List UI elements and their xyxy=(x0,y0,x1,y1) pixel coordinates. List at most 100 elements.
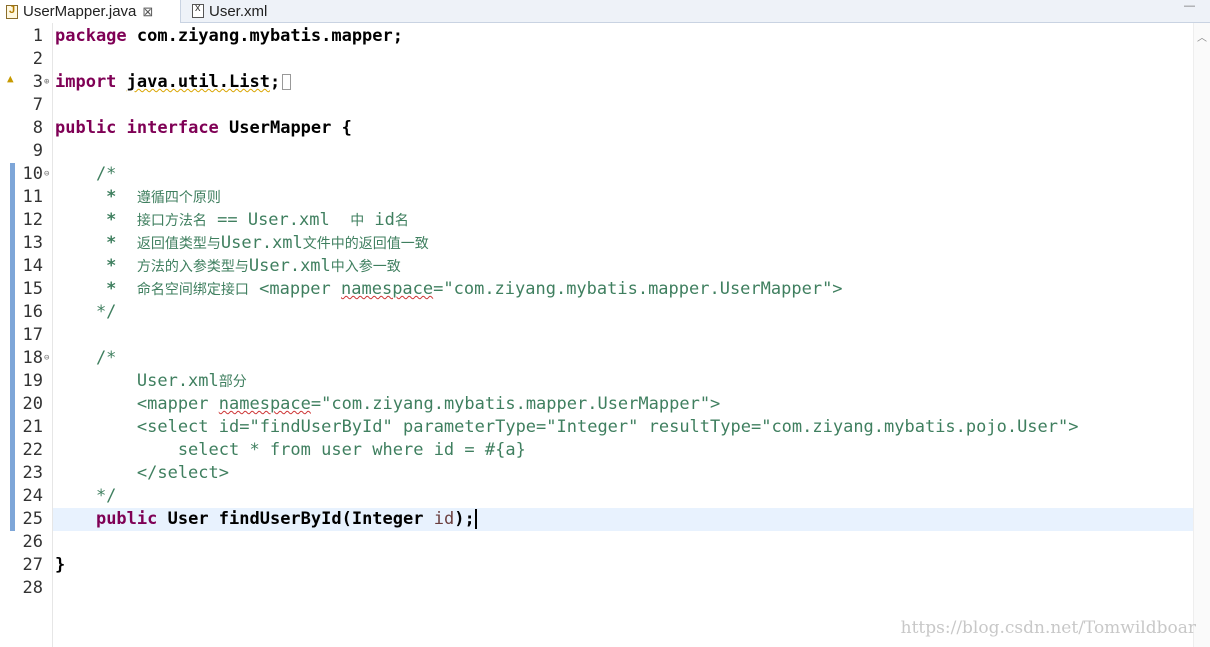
editor-tab-bar: UserMapper.java ⊠ User.xml — xyxy=(0,0,1210,23)
collapsed-imports-marker[interactable] xyxy=(282,74,292,90)
comment-line[interactable]: /* xyxy=(55,163,116,186)
comment-token: User.xml xyxy=(248,256,331,276)
comment-token: id xyxy=(364,210,395,230)
comment-line[interactable]: * 命名空间绑定接口 <mapper namespace="com.ziyang… xyxy=(55,278,843,301)
code-token xyxy=(116,72,126,92)
xml-file-icon xyxy=(192,2,204,18)
comment-line[interactable]: * 接口方法名 == User.xml 中 id名 xyxy=(55,209,409,232)
code-token: ); xyxy=(454,509,475,529)
line-number: 12 xyxy=(22,210,43,230)
comment-line[interactable]: */ xyxy=(55,485,116,508)
parameter-token: id xyxy=(433,509,455,529)
comment-token-spelling: namespace xyxy=(341,279,434,299)
line-number: 19 xyxy=(22,371,43,391)
comment-line[interactable]: </select> xyxy=(55,462,229,485)
comment-token: 部分 xyxy=(218,374,247,390)
comment-line[interactable]: /* xyxy=(55,347,116,370)
line-number: 25 xyxy=(22,509,43,529)
scroll-up-icon[interactable]: ︿ xyxy=(1197,29,1207,44)
comment-token: 中 xyxy=(350,213,365,229)
comment-line[interactable]: * 方法的入参类型与User.xml中入参一致 xyxy=(55,255,401,278)
comment-token: 方法的入参类型与 xyxy=(136,259,249,275)
comment-token: * xyxy=(55,233,137,253)
comment-token: 命名空间绑定接口 xyxy=(136,282,249,298)
line-number: 26 xyxy=(22,532,43,552)
keyword-token: interface xyxy=(126,118,219,138)
code-token xyxy=(55,509,96,529)
tab-label: User.xml xyxy=(209,2,268,20)
line-number: 1 xyxy=(32,26,43,46)
line-number: 23 xyxy=(22,463,43,483)
code-token xyxy=(116,118,126,138)
line-number: 28 xyxy=(22,578,43,598)
line-number: 17 xyxy=(22,325,43,345)
keyword-token: package xyxy=(55,26,127,46)
line-number: 7 xyxy=(32,95,43,115)
comment-token: * xyxy=(55,210,137,230)
keyword-token: import xyxy=(55,72,117,92)
line-number: 10 xyxy=(22,164,43,184)
code-token: User findUserById(Integer xyxy=(157,509,434,529)
close-tab-icon[interactable]: ⊠ xyxy=(142,4,153,20)
comment-token: <mapper xyxy=(55,394,219,414)
code-token: com.ziyang.mybatis.mapper; xyxy=(126,26,403,46)
tab-usermapper-java[interactable]: UserMapper.java ⊠ xyxy=(0,0,181,23)
code-line[interactable]: public User findUserById(Integer id); xyxy=(55,508,477,531)
minimize-icon[interactable]: — xyxy=(1184,0,1196,12)
line-number: 8 xyxy=(32,118,43,138)
code-line[interactable]: } xyxy=(55,554,65,577)
keyword-token: public xyxy=(55,118,117,138)
comment-token: 名 xyxy=(394,213,409,229)
comment-token: * xyxy=(55,256,137,276)
tab-label: UserMapper.java xyxy=(23,3,137,20)
line-number: 15 xyxy=(22,279,43,299)
comment-token: 遵循四个原则 xyxy=(136,190,221,206)
comment-token: 接口方法名 xyxy=(136,213,207,229)
comment-token: 中入参一致 xyxy=(330,259,401,275)
code-editor[interactable]: ▲ 1 2 3 7 8 9 10 11 12 13 14 15 16 17 18… xyxy=(0,23,1210,647)
line-number: 24 xyxy=(22,486,43,506)
comment-line[interactable]: select * from user where id = #{a} xyxy=(55,439,526,462)
tab-user-xml[interactable]: User.xml xyxy=(186,0,267,22)
comment-line[interactable]: * 遵循四个原则 xyxy=(55,186,221,209)
change-bar xyxy=(10,163,15,531)
line-number: 18 xyxy=(22,348,43,368)
comment-token: 文件中的返回值一致 xyxy=(302,236,429,252)
comment-token: ="com.ziyang.mybatis.mapper.UserMapper"> xyxy=(433,279,843,299)
comment-token: * xyxy=(55,187,137,207)
line-number: 11 xyxy=(22,187,43,207)
vertical-scrollbar[interactable]: ︿ xyxy=(1193,23,1210,647)
text-caret xyxy=(474,509,477,529)
java-file-icon xyxy=(6,4,18,19)
fold-expand-icon[interactable]: ⊕ xyxy=(44,71,52,94)
comment-line[interactable]: <select id="findUserById" parameterType=… xyxy=(55,416,1079,439)
code-line[interactable]: package com.ziyang.mybatis.mapper; xyxy=(55,25,403,48)
line-number: 27 xyxy=(22,555,43,575)
watermark: https://blog.csdn.net/Tomwildboar xyxy=(900,618,1196,638)
code-token: UserMapper { xyxy=(218,118,352,138)
keyword-token: public xyxy=(95,509,158,529)
line-number: 20 xyxy=(22,394,43,414)
code-token-warning: java.util.List xyxy=(126,72,270,92)
fold-collapse-icon[interactable]: ⊖ xyxy=(44,347,52,370)
comment-token: <mapper xyxy=(248,279,342,299)
comment-line[interactable]: */ xyxy=(55,301,116,324)
line-number: 22 xyxy=(22,440,43,460)
comment-token: 返回值类型与 xyxy=(136,236,221,252)
warning-lightbulb-icon[interactable]: ▲ xyxy=(7,73,19,85)
line-number: 13 xyxy=(22,233,43,253)
comment-line[interactable]: <mapper namespace="com.ziyang.mybatis.ma… xyxy=(55,393,720,416)
line-number: 3 xyxy=(32,72,43,92)
line-number: 9 xyxy=(32,141,43,161)
code-line[interactable]: public interface UserMapper { xyxy=(55,117,352,140)
code-line[interactable]: import java.util.List; xyxy=(55,71,292,94)
fold-collapse-icon[interactable]: ⊖ xyxy=(44,163,52,186)
code-token: ; xyxy=(269,72,281,92)
comment-token-spelling: namespace xyxy=(218,394,311,414)
line-number: 16 xyxy=(22,302,43,322)
comment-line[interactable]: * 返回值类型与User.xml文件中的返回值一致 xyxy=(55,232,429,255)
comment-line[interactable]: User.xml部分 xyxy=(55,370,247,393)
comment-token: * xyxy=(55,279,137,299)
comment-token: ="com.ziyang.mybatis.mapper.UserMapper"> xyxy=(310,394,721,414)
comment-token: == User.xml xyxy=(206,210,351,230)
